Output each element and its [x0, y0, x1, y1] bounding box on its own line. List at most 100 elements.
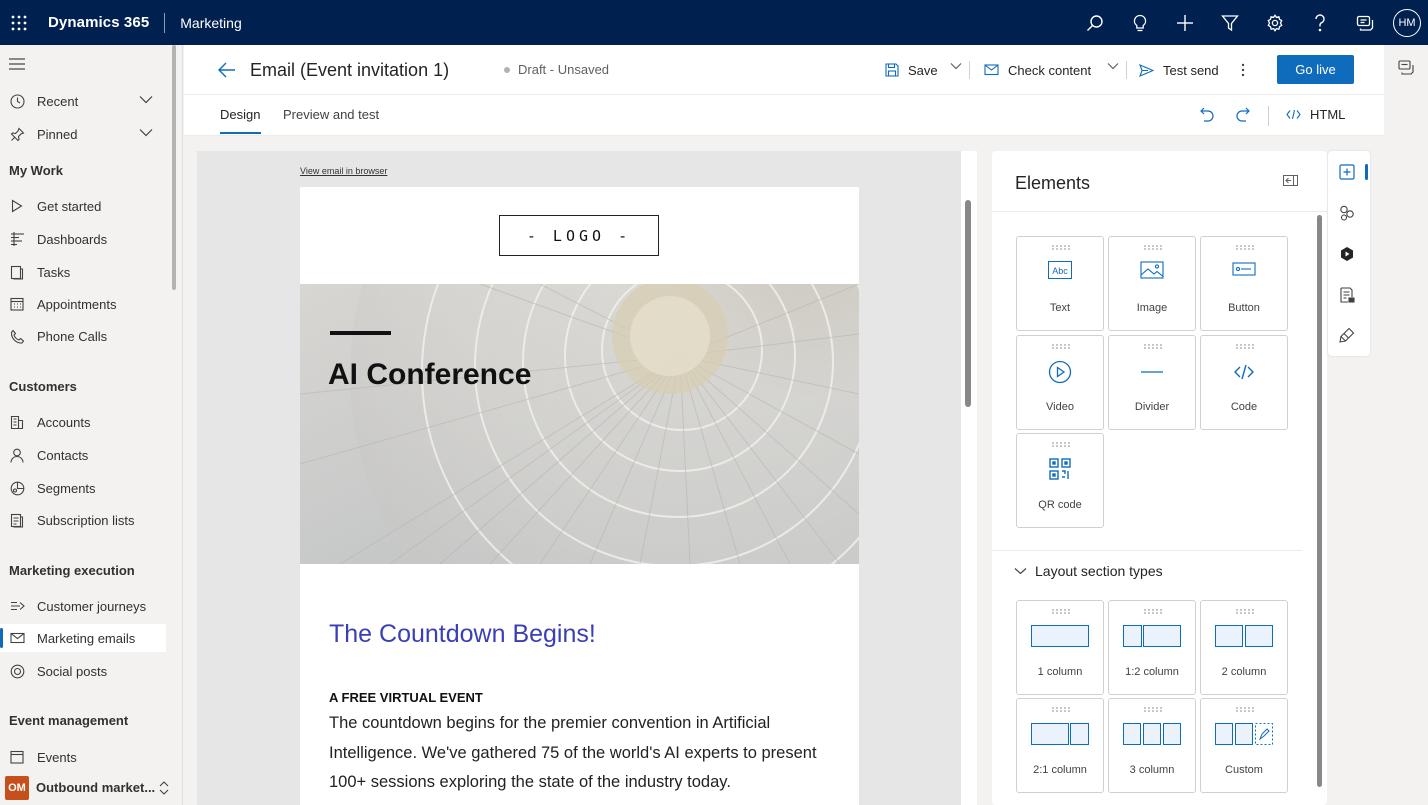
- element-tile-image[interactable]: Image: [1108, 236, 1196, 331]
- sidebar-item-contacts[interactable]: Contacts: [0, 441, 166, 469]
- image-element-icon: [1109, 261, 1195, 279]
- chevron-down-icon[interactable]: [139, 128, 153, 137]
- undo-icon[interactable]: [1200, 107, 1214, 123]
- add-element-icon[interactable]: [1339, 164, 1355, 180]
- sidebar-item-recent[interactable]: Recent: [0, 87, 166, 115]
- sidebar-item-dashboards[interactable]: Dashboards: [0, 225, 166, 253]
- layout-tile-label: 3 column: [1129, 764, 1175, 776]
- copilot-icon[interactable]: [1339, 246, 1355, 262]
- layout-tile-2-column[interactable]: 2 column: [1200, 600, 1288, 695]
- layout-tile-custom[interactable]: Custom: [1200, 698, 1288, 793]
- search-icon[interactable]: [1072, 0, 1117, 45]
- settings-icon[interactable]: [1252, 0, 1297, 45]
- filter-icon[interactable]: [1207, 0, 1252, 45]
- go-live-button[interactable]: Go live: [1277, 55, 1354, 84]
- sidebar-item-label: Recent: [37, 93, 79, 109]
- code-icon: [1286, 109, 1301, 120]
- logo-placeholder[interactable]: - LOGO -: [499, 215, 659, 256]
- sidebar-item-marketing-emails[interactable]: Marketing emails: [0, 624, 166, 652]
- chevron-down-icon[interactable]: [139, 95, 153, 104]
- email-kicker[interactable]: A FREE VIRTUAL EVENT: [329, 690, 483, 705]
- element-tile-qr-code[interactable]: QR code: [1016, 433, 1104, 528]
- tab-preview[interactable]: Preview and test: [283, 107, 379, 122]
- brand-name[interactable]: Dynamics 365: [48, 14, 149, 31]
- save-label: Save: [908, 62, 938, 78]
- layout-tile-3-column[interactable]: 3 column: [1108, 698, 1196, 793]
- sidebar-item-customer-journeys[interactable]: Customer journeys: [0, 592, 166, 620]
- panel-scrollbar[interactable]: [1317, 215, 1322, 787]
- list-icon: [9, 512, 25, 528]
- test-send-button[interactable]: Test send: [1139, 60, 1219, 80]
- app-name[interactable]: Marketing: [180, 15, 241, 31]
- sidebar-item-appointments[interactable]: Appointments: [0, 290, 166, 318]
- save-button[interactable]: Save: [885, 60, 938, 80]
- back-arrow-icon[interactable]: [218, 62, 236, 78]
- redo-icon[interactable]: [1236, 107, 1250, 123]
- layout-section-title: Layout section types: [1035, 563, 1163, 579]
- tab-design[interactable]: Design: [220, 107, 260, 122]
- sidebar-item-subscription-lists[interactable]: Subscription lists: [0, 506, 166, 534]
- layout-tile-2-1-column[interactable]: 2:1 column: [1016, 698, 1104, 793]
- sidebar-item-label: Segments: [37, 480, 96, 496]
- sidebar-item-pinned[interactable]: Pinned: [0, 120, 166, 148]
- sidebar-item-accounts[interactable]: Accounts: [0, 408, 166, 436]
- hero-image[interactable]: AI Conference: [300, 284, 859, 564]
- element-tile-video[interactable]: Video: [1016, 335, 1104, 430]
- chevron-down-icon: [1014, 567, 1027, 575]
- styles-brush-icon[interactable]: [1339, 327, 1355, 343]
- chevron-down-icon[interactable]: [1107, 62, 1119, 70]
- sidebar-item-segments[interactable]: Segments: [0, 474, 166, 502]
- phone-icon: [9, 328, 25, 344]
- email-body-container[interactable]: - LOGO - AI Conference The Countdown Beg…: [300, 187, 859, 805]
- sidebar-item-social-posts[interactable]: Social posts: [0, 657, 166, 685]
- sidebar-item-phone-calls[interactable]: Phone Calls: [0, 322, 166, 350]
- plus-icon[interactable]: [1162, 0, 1207, 45]
- sidebar-item-get-started[interactable]: Get started: [0, 192, 166, 220]
- sidebar: Recent Pinned My Work Get started Dashbo…: [0, 45, 183, 805]
- help-icon[interactable]: [1297, 0, 1342, 45]
- command-bar: Email (Event invitation 1) Draft - Unsav…: [184, 45, 1384, 95]
- layout-tile-1-2-column[interactable]: 1:2 column: [1108, 600, 1196, 695]
- check-content-label: Check content: [1008, 62, 1092, 78]
- hero-title[interactable]: AI Conference: [328, 358, 578, 392]
- element-tile-label: Code: [1230, 401, 1258, 413]
- chat-icon[interactable]: [1398, 60, 1415, 75]
- drag-handle-icon: [1236, 245, 1254, 250]
- sidebar-item-events[interactable]: Events: [0, 743, 166, 771]
- sidebar-item-label: Pinned: [37, 126, 78, 142]
- collapse-panel-icon[interactable]: [1283, 175, 1298, 186]
- one-column-icon: [1017, 625, 1103, 647]
- app-launcher-icon[interactable]: [1, 0, 37, 45]
- drag-handle-icon: [1236, 707, 1254, 712]
- text-element-icon: Abc: [1017, 261, 1103, 279]
- more-options-icon[interactable]: [1241, 63, 1245, 77]
- group-my-work: My Work: [9, 163, 63, 178]
- canvas-scrollbar[interactable]: [965, 200, 971, 407]
- email-heading[interactable]: The Countdown Begins!: [329, 620, 596, 649]
- html-button[interactable]: HTML: [1286, 107, 1345, 122]
- lightbulb-icon[interactable]: [1117, 0, 1162, 45]
- element-tile-text[interactable]: Abc Text: [1016, 236, 1104, 331]
- element-tile-divider[interactable]: Divider: [1108, 335, 1196, 430]
- view-in-browser-link[interactable]: View email in browser: [300, 166, 387, 176]
- drag-handle-icon: [1144, 707, 1162, 712]
- code-element-icon: [1201, 360, 1287, 384]
- pin-icon: [9, 126, 25, 142]
- avatar[interactable]: HM: [1393, 8, 1421, 37]
- personalization-icon[interactable]: [1339, 205, 1355, 221]
- hamburger-icon[interactable]: [9, 57, 25, 71]
- check-content-button[interactable]: Check content: [984, 60, 1091, 80]
- document-settings-icon[interactable]: [1339, 287, 1355, 303]
- layout-section-header[interactable]: Layout section types: [1014, 563, 1163, 579]
- area-switcher[interactable]: OM Outbound market...: [0, 770, 182, 805]
- svg-text:Abc: Abc: [1052, 266, 1068, 276]
- element-tile-code[interactable]: Code: [1200, 335, 1288, 430]
- sidebar-scrollbar[interactable]: [172, 45, 176, 290]
- chat-icon[interactable]: [1342, 0, 1387, 45]
- element-tile-button[interactable]: Button: [1200, 236, 1288, 331]
- layout-tile-1-column[interactable]: 1 column: [1016, 600, 1104, 695]
- sidebar-item-tasks[interactable]: Tasks: [0, 258, 166, 286]
- email-paragraph[interactable]: The countdown begins for the premier con…: [329, 709, 839, 798]
- element-tile-label: Video: [1046, 401, 1074, 413]
- chevron-down-icon[interactable]: [950, 62, 962, 70]
